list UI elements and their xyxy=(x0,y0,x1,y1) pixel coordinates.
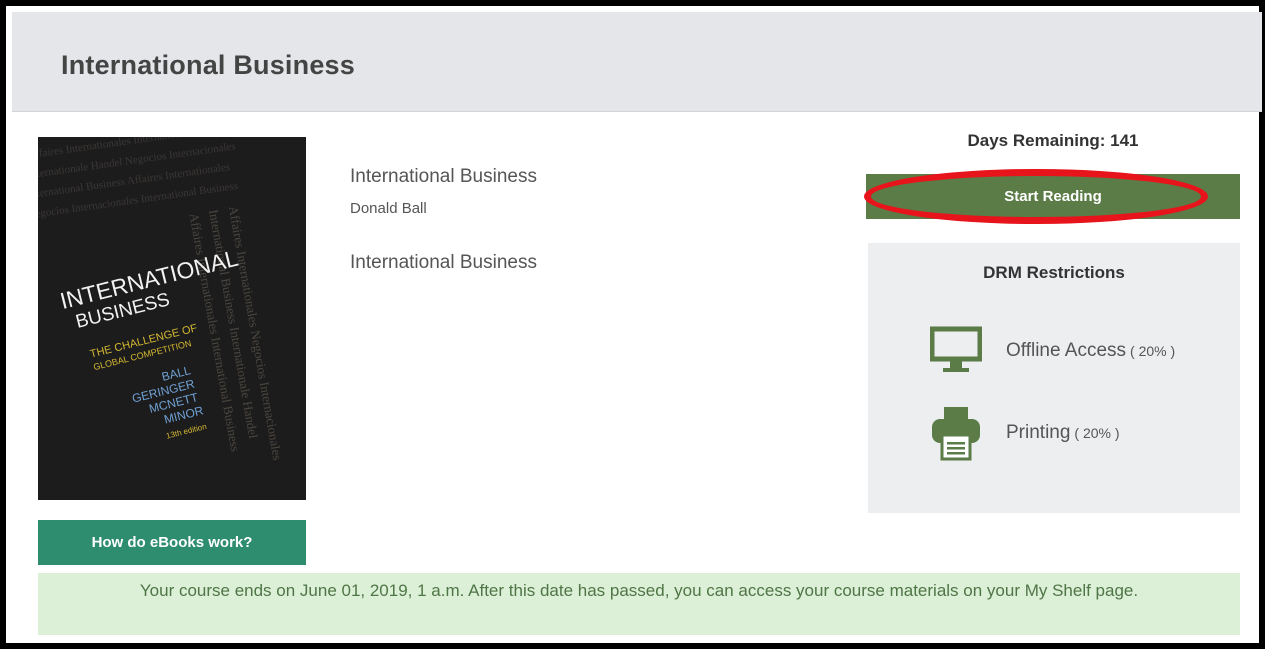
drm-item-offline: Offline Access ( 20% ) xyxy=(926,321,1175,381)
monitor-icon xyxy=(926,321,986,381)
book-subject: International Business xyxy=(350,252,537,273)
drm-item-percentage: ( 20% ) xyxy=(1130,343,1176,359)
drm-title: DRM Restrictions xyxy=(983,263,1125,282)
page-title: International Business xyxy=(61,50,355,80)
drm-item-printing: Printing ( 20% ) xyxy=(926,403,1120,463)
book-author: Donald Ball xyxy=(350,200,427,217)
days-remaining: Days Remaining: 141 xyxy=(967,131,1139,150)
book-cover: Affaires Internationales International B… xyxy=(38,137,306,500)
page-frame: International Business Affaires Internat… xyxy=(0,0,1265,649)
page-header: International Business xyxy=(12,12,1262,112)
drm-item-label: Offline Access xyxy=(1006,340,1127,361)
drm-item-label: Printing xyxy=(1006,422,1071,443)
start-reading-button[interactable]: Start Reading xyxy=(866,174,1240,219)
how-ebooks-work-button[interactable]: How do eBooks work? xyxy=(38,520,306,565)
course-end-notice: Your course ends on June 01, 2019, 1 a.m… xyxy=(38,573,1240,635)
drm-item-percentage: ( 20% ) xyxy=(1074,425,1120,441)
printer-icon xyxy=(926,403,986,463)
book-title: International Business xyxy=(350,166,537,187)
drm-restrictions-panel: DRM Restrictions Offline Access ( 20% ) xyxy=(868,243,1240,513)
